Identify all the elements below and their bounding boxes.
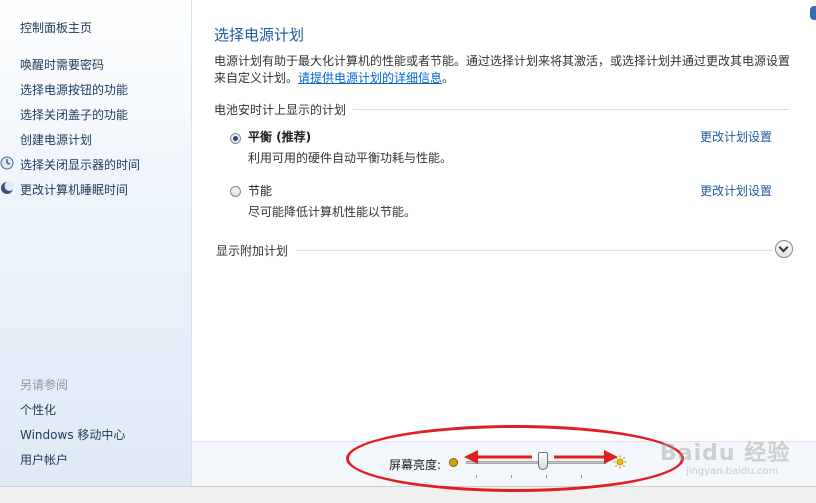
sidebar: 控制面板主页 唤醒时需要密码 选择电源按钮的功能 选择关闭盖子的功能 创建电源计… (0, 0, 192, 486)
watermark-url: jingyan.baidu.com (686, 466, 779, 477)
sidebar-link-create-plan[interactable]: 创建电源计划 (20, 131, 92, 148)
see-also-user-accounts[interactable]: 用户帐户 (20, 451, 68, 468)
plan-radio-power-saver[interactable] (230, 186, 241, 197)
sidebar-link-wake-password[interactable]: 唤醒时需要密码 (20, 56, 104, 73)
moon-icon (1, 181, 14, 194)
page-description: 电源计划有助于最大化计算机的性能或者节能。通过选择计划来将其激活，或选择计划并通… (214, 53, 799, 87)
change-plan-settings-balanced[interactable]: 更改计划设置 (700, 128, 772, 145)
plan-details-link[interactable]: 请提供电源计划的详细信息 (298, 71, 442, 85)
plan-name-power-saver: 节能 (248, 184, 273, 198)
sidebar-link-lid-close[interactable]: 选择关闭盖子的功能 (20, 106, 128, 123)
sidebar-home-link[interactable]: 控制面板主页 (20, 19, 92, 36)
plan-desc-power-saver: 尽可能降低计算机性能以节能。 (248, 205, 417, 219)
main-panel: 选择电源计划 电源计划有助于最大化计算机的性能或者节能。通过选择计划来将其激活，… (192, 0, 816, 486)
annotation-ellipse (346, 425, 684, 492)
plan-name-balanced: 平衡 (推荐) (248, 130, 312, 144)
see-also-personalization[interactable]: 个性化 (20, 401, 56, 418)
sidebar-link-power-button[interactable]: 选择电源按钮的功能 (20, 81, 128, 98)
see-also-mobility-center[interactable]: Windows 移动中心 (20, 426, 125, 443)
plan-radio-balanced[interactable] (230, 133, 241, 144)
description-end: 。 (442, 71, 455, 85)
additional-plans-divider (296, 250, 772, 251)
help-button[interactable] (809, 5, 816, 21)
change-plan-settings-power-saver[interactable]: 更改计划设置 (700, 182, 772, 199)
watermark: Baidu 经验 (660, 441, 791, 466)
see-also-heading: 另请参阅 (20, 378, 69, 392)
monitor-clock-icon (0, 156, 14, 170)
window-bottom-edge (0, 486, 816, 503)
page-title: 选择电源计划 (214, 26, 305, 44)
plan-desc-balanced: 利用可用的硬件自动平衡功耗与性能。 (248, 151, 453, 165)
section-divider (353, 109, 789, 110)
expand-additional-plans-button[interactable] (775, 240, 793, 258)
show-additional-plans-label: 显示附加计划 (216, 244, 289, 258)
section-label-battery-plans: 电池安时计上显示的计划 (214, 103, 347, 117)
sidebar-link-display-off[interactable]: 选择关闭显示器的时间 (20, 156, 140, 173)
sidebar-link-sleep-time[interactable]: 更改计算机睡眠时间 (20, 181, 128, 198)
